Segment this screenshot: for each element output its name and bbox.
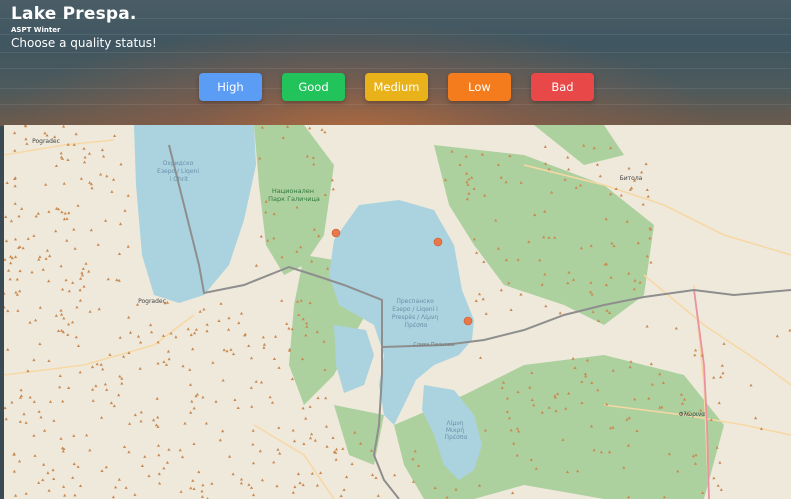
sample-site-marker[interactable] [331, 228, 341, 238]
quality-button-group: High Good Medium Low Bad [199, 73, 594, 101]
quality-medium-button[interactable]: Medium [365, 73, 428, 101]
label-border: Слива Пилоташ [413, 342, 455, 348]
page-subtitle: ASPT Winter [11, 26, 61, 34]
map-canvas[interactable]: Охридско Езеро / Liqeni i Ohrit Преспанс… [4, 125, 791, 499]
page-title: Lake Prespa. [11, 4, 137, 24]
park-label-group: Национален Парк Галичица [268, 187, 320, 203]
sample-site-marker[interactable] [463, 316, 473, 326]
label-bitola: Битола [620, 175, 643, 182]
sample-site-marker[interactable] [433, 237, 443, 247]
header-banner: Lake Prespa. ASPT Winter Choose a qualit… [0, 0, 791, 126]
label-pogradec-top: Pogradec [32, 138, 60, 145]
quality-bad-button[interactable]: Bad [531, 73, 594, 101]
map-view[interactable]: Охридско Езеро / Liqeni i Ohrit Преспанс… [4, 125, 791, 499]
label-galicica: Национален Парк Галичица [268, 187, 320, 203]
quality-low-button[interactable]: Low [448, 73, 511, 101]
label-mikri-prespa: Λίμνη Μικρή Πρέσπα [445, 420, 468, 441]
label-pogradec: Pogradec [138, 298, 166, 305]
quality-good-button[interactable]: Good [282, 73, 345, 101]
quality-prompt: Choose a quality status! [11, 36, 157, 50]
label-florina: Φλώρινα [679, 411, 705, 418]
quality-high-button[interactable]: High [199, 73, 262, 101]
